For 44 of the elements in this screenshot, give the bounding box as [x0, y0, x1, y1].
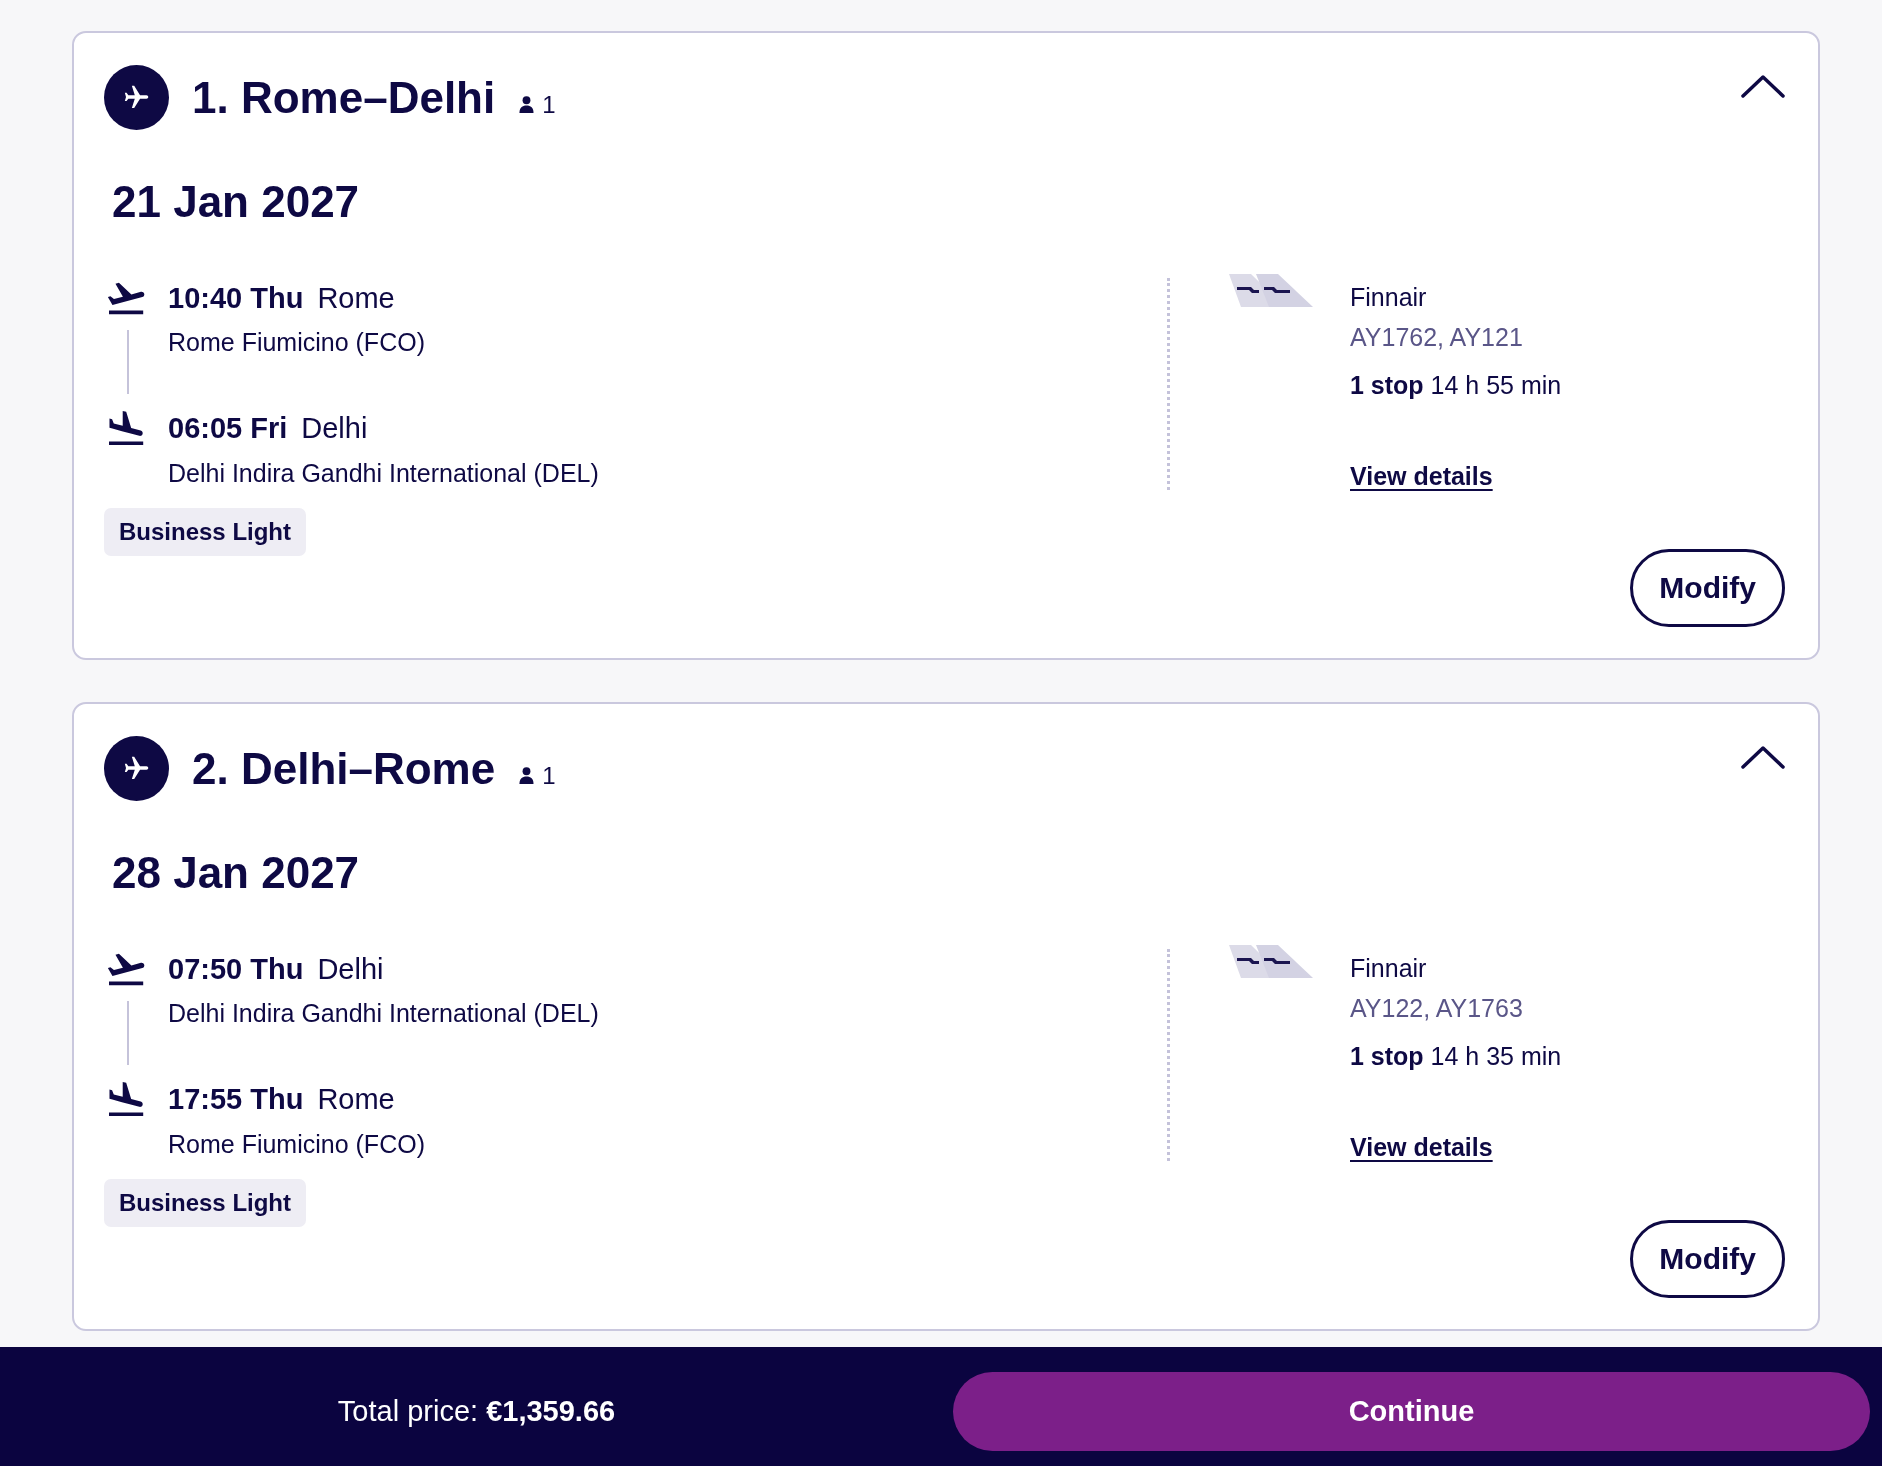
chevron-up-icon[interactable] — [1741, 745, 1785, 769]
continue-button[interactable]: Continue — [953, 1372, 1870, 1451]
flight-title: 1. Rome–Delhi — [192, 75, 496, 120]
airline-name: Finnair — [1350, 953, 1427, 984]
passenger-count: 1 — [542, 92, 556, 117]
stops-duration: 1 stop 14 h 55 min — [1350, 370, 1562, 401]
fare-badge: Business Light — [104, 508, 307, 556]
chevron-up-icon[interactable] — [1741, 74, 1785, 98]
departure-city: Delhi — [317, 952, 384, 987]
airplane-icon — [104, 65, 169, 130]
passenger-count: 1 — [542, 763, 556, 788]
flight-numbers: AY122, AY1763 — [1350, 993, 1523, 1024]
flight-title: 2. Delhi–Rome — [192, 746, 496, 791]
timeline-connector — [127, 330, 129, 394]
airplane-icon — [104, 736, 169, 801]
fare-badge: Business Light — [104, 1179, 307, 1227]
arrival-city: Rome — [317, 1082, 395, 1117]
takeoff-icon — [108, 951, 146, 987]
departure-time: 07:50 Thu — [168, 952, 304, 987]
total-price: Total price: €1,359.66 — [337, 1395, 616, 1428]
arrival-time: 06:05 Fri — [168, 411, 288, 446]
arrival-time: 17:55 Thu — [168, 1082, 304, 1117]
departure-airport: Rome Fiumicino (FCO) — [168, 327, 426, 358]
airline-name: Finnair — [1350, 282, 1427, 313]
stops-duration: 1 stop 14 h 35 min — [1350, 1041, 1562, 1072]
person-icon — [519, 96, 535, 113]
flight-numbers: AY1762, AY121 — [1350, 322, 1523, 353]
flight-date: 21 Jan 2027 — [112, 176, 361, 228]
flight-date: 28 Jan 2027 — [112, 847, 361, 899]
landing-icon — [108, 410, 146, 446]
arrival-airport: Delhi Indira Gandhi International (DEL) — [168, 458, 599, 489]
modify-button[interactable]: Modify — [1630, 1220, 1785, 1298]
departure-time: 10:40 Thu — [168, 281, 304, 316]
view-details-link[interactable]: View details — [1350, 1130, 1493, 1164]
takeoff-icon — [108, 280, 146, 316]
timeline-connector — [127, 1001, 129, 1065]
departure-airport: Delhi Indira Gandhi International (DEL) — [168, 998, 599, 1029]
landing-icon — [108, 1081, 146, 1117]
arrival-airport: Rome Fiumicino (FCO) — [168, 1129, 426, 1160]
view-details-link[interactable]: View details — [1350, 459, 1493, 493]
person-icon — [519, 767, 535, 784]
departure-city: Rome — [317, 281, 395, 316]
modify-button[interactable]: Modify — [1630, 549, 1785, 627]
arrival-city: Delhi — [301, 411, 368, 446]
